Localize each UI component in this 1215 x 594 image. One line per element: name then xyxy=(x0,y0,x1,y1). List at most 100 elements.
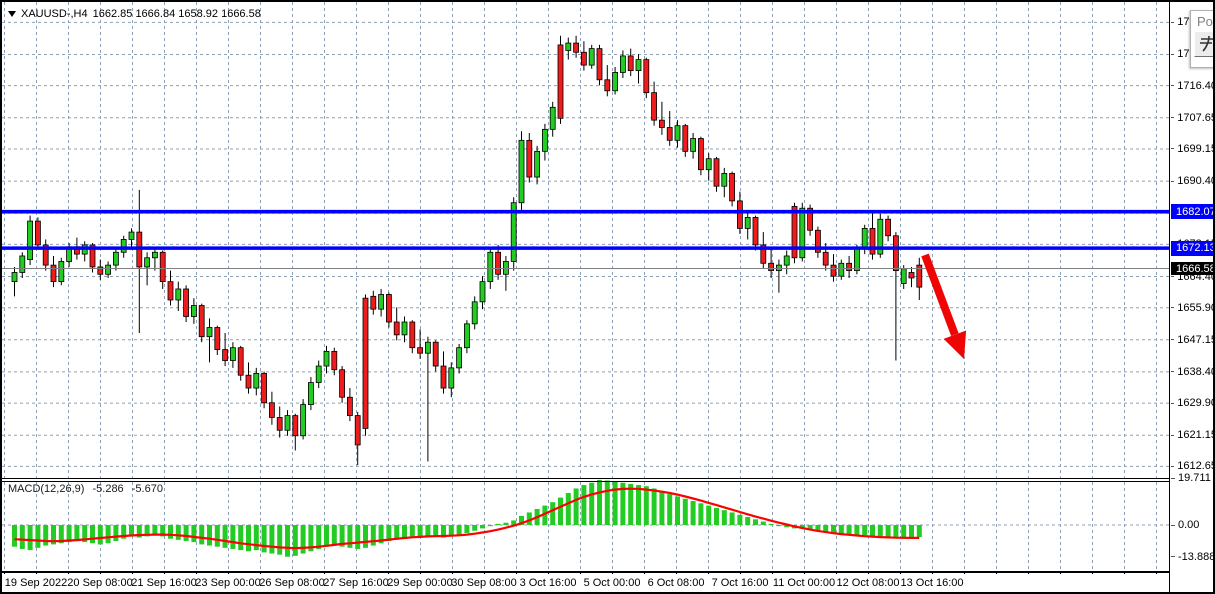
candle-bearish xyxy=(597,49,602,80)
time-axis[interactable]: 19 Sep 202220 Sep 08:0021 Sep 16:0023 Se… xyxy=(2,574,1169,594)
macd-histogram-bar xyxy=(597,480,602,525)
chart-window: XAUUSD-,H4 1662.85 1666.84 1658.92 1666.… xyxy=(0,0,1215,594)
macd-histogram-bar xyxy=(714,508,719,525)
candle-bearish xyxy=(628,56,633,71)
candle-bearish xyxy=(277,417,282,430)
macd-histogram-bar xyxy=(98,525,103,544)
price-axis[interactable]: 1733.651724.901716.401707.651699.151690.… xyxy=(1169,2,1215,594)
macd-histogram-bar xyxy=(285,525,290,557)
candle-bearish xyxy=(410,322,415,348)
macd-histogram-bar xyxy=(425,525,430,536)
macd-histogram-bar xyxy=(199,525,204,544)
time-label: 21 Sep 16:00 xyxy=(131,577,196,589)
macd-zero-label: 0.00 xyxy=(1170,519,1215,532)
tick-dash xyxy=(1171,307,1174,308)
macd-histogram-bar xyxy=(472,525,477,531)
macd-histogram-bar xyxy=(870,525,875,536)
candle-bullish xyxy=(113,252,118,265)
macd-histogram-bar xyxy=(184,525,189,541)
candle-bearish xyxy=(160,252,165,281)
macd-indicator-label: MACD(12,26,9) -5.286 -5.670 xyxy=(8,483,168,495)
macd-histogram-bar xyxy=(917,525,922,537)
candle-bearish xyxy=(667,127,672,140)
candle-bullish xyxy=(145,258,150,267)
candle-bearish xyxy=(581,52,586,65)
pane-separator[interactable] xyxy=(2,481,1169,482)
tick-dash xyxy=(1171,478,1175,479)
macd-histogram-bar xyxy=(230,525,235,549)
trend-arrow-head[interactable] xyxy=(944,330,966,359)
tick-dash xyxy=(1171,525,1175,526)
macd-histogram-bar xyxy=(613,482,618,525)
candle-bullish xyxy=(706,159,711,170)
macd-histogram-bar xyxy=(269,525,274,554)
macd-histogram-bar xyxy=(722,510,727,525)
macd-histogram-bar xyxy=(293,525,298,556)
macd-histogram-bar xyxy=(402,525,407,539)
button-glyph-icon xyxy=(1199,34,1215,52)
candle-bullish xyxy=(402,322,407,335)
macd-histogram-bar xyxy=(215,525,220,547)
candle-bullish xyxy=(620,56,625,73)
candle-bullish xyxy=(519,140,524,202)
candle-bullish xyxy=(839,263,844,276)
candle-bearish xyxy=(527,140,532,177)
candle-bearish xyxy=(35,221,40,245)
candle-bullish xyxy=(472,302,477,324)
candle-bullish xyxy=(675,126,680,141)
macd-histogram-bar xyxy=(566,493,571,525)
macd-histogram-bar xyxy=(168,525,173,539)
macd-histogram-bar xyxy=(12,525,17,547)
time-label: 26 Sep 08:00 xyxy=(259,577,324,589)
pane-separator[interactable] xyxy=(2,478,1169,479)
macd-histogram-bar xyxy=(90,525,95,543)
chart-canvas[interactable] xyxy=(2,2,1169,594)
macd-histogram-bar xyxy=(113,525,118,541)
time-label: 3 Oct 16:00 xyxy=(520,577,577,589)
macd-histogram-bar xyxy=(503,523,508,525)
symbol-period-label: XAUUSD-,H4 xyxy=(21,8,88,20)
tick-dash xyxy=(1171,556,1175,557)
macd-histogram-bar xyxy=(644,486,649,525)
candle-bullish xyxy=(379,294,384,309)
macd-histogram-bar xyxy=(745,517,750,525)
tick-dash xyxy=(1171,181,1174,182)
macd-histogram-bar xyxy=(176,525,181,540)
macd-histogram-bar xyxy=(761,522,766,525)
candle-bearish xyxy=(340,370,345,398)
candle-bullish xyxy=(121,239,126,252)
tick-dash xyxy=(1171,466,1174,467)
candle-bearish xyxy=(605,80,610,91)
resistance-line-price-badge: 1682.07 xyxy=(1171,204,1215,219)
toolbar-popup: Po xyxy=(1190,10,1215,68)
price-tick-label: 1655.90 xyxy=(1170,301,1215,314)
macd-histogram-bar xyxy=(753,519,758,525)
price-tick-label: 1716.40 xyxy=(1170,79,1215,92)
candle-bearish xyxy=(792,206,797,257)
candle-bullish xyxy=(457,348,462,368)
macd-histogram-bar xyxy=(667,494,672,525)
symbol-dropdown-icon[interactable] xyxy=(8,11,16,17)
macd-histogram-bar xyxy=(28,525,33,550)
macd-histogram-bar xyxy=(106,525,111,543)
price-tick-label: 1690.40 xyxy=(1170,175,1215,188)
tick-dash xyxy=(1171,371,1174,372)
candle-bullish xyxy=(28,221,33,260)
candle-bullish xyxy=(589,49,594,66)
candle-bullish xyxy=(285,416,290,431)
macd-min-label: -13.888 xyxy=(1170,550,1215,563)
candle-bearish xyxy=(371,296,376,309)
popup-button[interactable] xyxy=(1194,31,1215,57)
candle-bearish xyxy=(355,416,360,445)
price-tick-label: 1707.65 xyxy=(1170,111,1215,124)
macd-histogram-bar xyxy=(207,525,212,546)
candle-bearish xyxy=(433,342,438,366)
candle-bullish xyxy=(316,366,321,383)
trend-arrow-shaft[interactable] xyxy=(925,255,955,335)
candle-bullish xyxy=(535,151,540,177)
tick-dash xyxy=(1171,85,1174,86)
support-line-price-badge: 1672.13 xyxy=(1171,241,1215,256)
macd-histogram-bar xyxy=(886,525,891,538)
candle-bearish xyxy=(893,236,898,271)
tick-text: 1647.15 xyxy=(1177,334,1215,346)
